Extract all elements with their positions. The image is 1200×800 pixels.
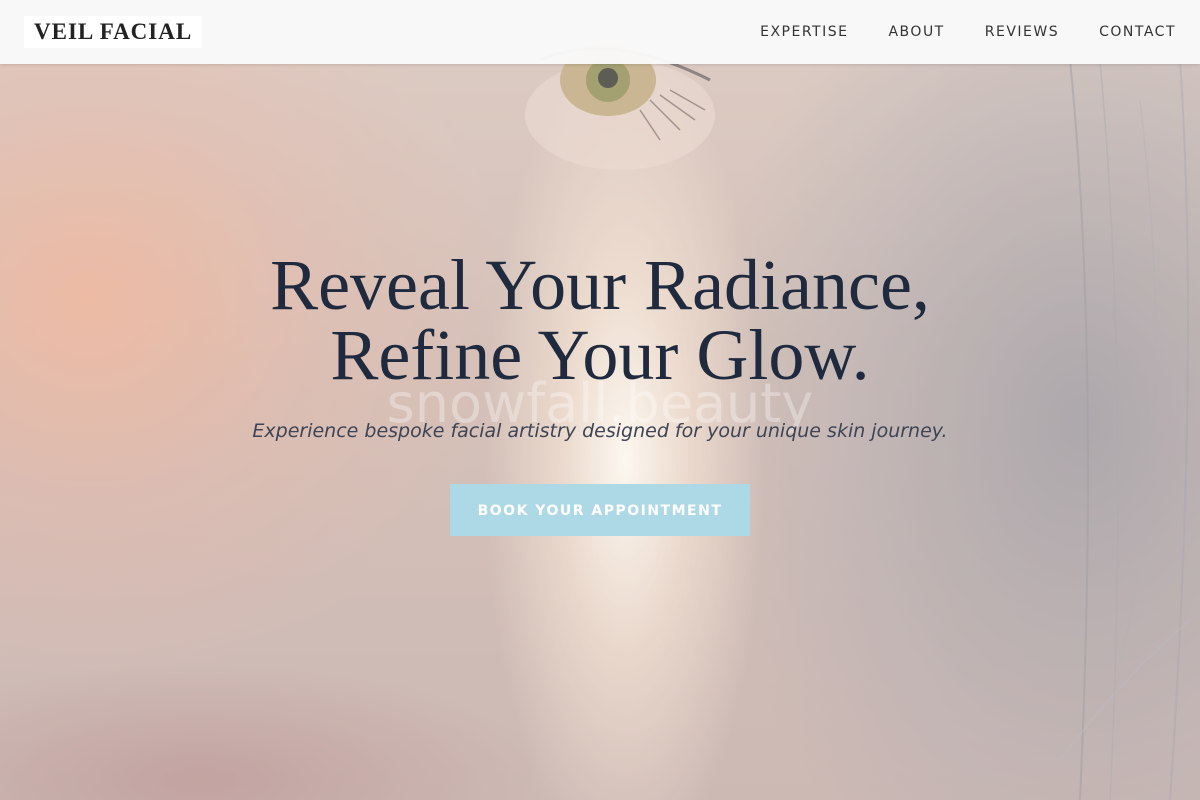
- site-logo[interactable]: VEIL FACIAL: [24, 16, 203, 48]
- hero-headline: Reveal Your Radiance, Refine Your Glow.: [0, 249, 1200, 391]
- book-appointment-button[interactable]: BOOK YOUR APPOINTMENT: [450, 484, 750, 536]
- hero-content: Reveal Your Radiance, Refine Your Glow. …: [0, 249, 1200, 536]
- hero-subtitle: Experience bespoke facial artistry desig…: [252, 420, 948, 442]
- nav-link-about[interactable]: ABOUT: [888, 24, 944, 40]
- page: snowfall.beauty VEIL FACIAL EXPERTISE AB…: [0, 0, 1200, 800]
- main-nav: EXPERTISE ABOUT REVIEWS CONTACT: [760, 0, 1176, 64]
- hero-headline-line2: Refine Your Glow.: [330, 315, 870, 395]
- nav-link-contact[interactable]: CONTACT: [1099, 24, 1176, 40]
- hero-headline-line1: Reveal Your Radiance,: [270, 245, 930, 325]
- nav-link-reviews[interactable]: REVIEWS: [985, 24, 1059, 40]
- site-header: VEIL FACIAL EXPERTISE ABOUT REVIEWS CONT…: [0, 0, 1200, 64]
- nav-link-expertise[interactable]: EXPERTISE: [760, 24, 848, 40]
